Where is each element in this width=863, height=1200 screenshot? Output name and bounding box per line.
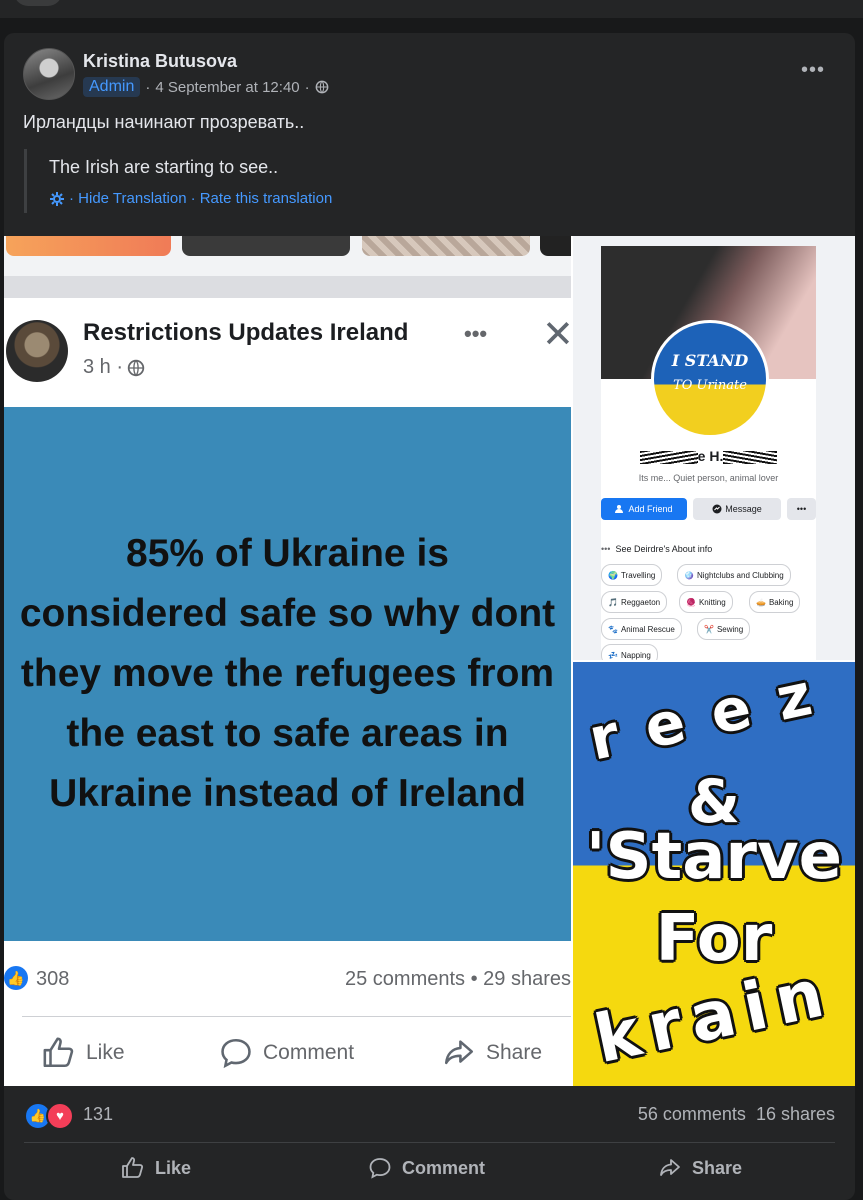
post-timestamp[interactable]: 4 September at 12:40 — [155, 79, 299, 96]
profile-bio: Its me... Quiet person, animal lover — [638, 473, 779, 483]
shared-share-action: Share — [442, 1036, 542, 1070]
add-user-icon — [615, 505, 624, 513]
shared-divider — [22, 1016, 571, 1017]
post-options-button[interactable]: ••• — [801, 59, 825, 82]
shared-post-screenshot[interactable]: Restrictions Updates Ireland 3 h · ••• ✕… — [4, 236, 571, 1086]
profile-name-visible: e H. — [697, 448, 724, 464]
add-friend-button: Add Friend — [601, 498, 687, 520]
thumbs-up-icon — [122, 1157, 144, 1178]
separator-bar — [4, 276, 571, 298]
text-image-panel: 85% of Ukraine is considered safe so why… — [4, 407, 571, 941]
close-icon: ✕ — [542, 314, 571, 356]
comments-shares: 56 comments 16 shares — [638, 1104, 835, 1125]
interest-chip: ✂️ Sewing — [697, 618, 751, 640]
shared-post-time: 3 h · — [83, 356, 145, 379]
comment-label: Comment — [402, 1157, 486, 1178]
reaction-stats: 👍 ♥ 131 56 comments 16 shares — [4, 1086, 855, 1142]
interest-chip: 🐾 Animal Rescue — [601, 618, 682, 640]
profile-screenshot[interactable]: I STAND TO Urinate e H. Its me... Quiet … — [573, 236, 855, 660]
messenger-icon — [712, 504, 722, 514]
shared-actions: Like Comment Share — [4, 1036, 571, 1076]
interest-chip: 🧶 Knitting — [679, 591, 733, 613]
shared-like-count: 308 — [36, 968, 70, 990]
shared-share-label: Share — [486, 1041, 543, 1064]
interest-chip: 🌍 Travelling — [601, 564, 663, 586]
shared-like-label: Like — [86, 1041, 125, 1064]
meme-line-1: reez — [583, 662, 845, 774]
shared-comment-action: Comment — [219, 1036, 354, 1070]
share-arrow-icon — [444, 1040, 474, 1065]
thumbs-up-icon: 👍 — [4, 966, 28, 990]
like-label: Like — [155, 1157, 192, 1178]
interest-chip: 🎵 Reggaeton — [601, 591, 668, 613]
shared-post-header — [4, 298, 571, 406]
redaction-scribble — [723, 450, 778, 464]
comment-bubble-icon — [221, 1038, 251, 1069]
translated-text: The Irish are starting to see.. — [49, 157, 279, 177]
thumbs-up-icon — [43, 1037, 74, 1068]
comment-bubble-icon — [369, 1158, 391, 1179]
shared-time-text: 3 h · — [83, 356, 124, 378]
profile-pic-text-2: TO Urinate — [673, 378, 747, 393]
image-collage[interactable]: Restrictions Updates Ireland 3 h · ••• ✕… — [4, 236, 855, 1086]
cropped-thumbnails — [4, 236, 571, 276]
post-card: Kristina Butusova Admin · 4 September at… — [4, 33, 855, 1200]
heart-icon[interactable]: ♥ — [46, 1102, 74, 1130]
previous-post-strip — [0, 0, 863, 18]
share-arrow-icon — [660, 1159, 680, 1176]
action-bar: Like Comment Share — [4, 1143, 855, 1193]
comments-count[interactable]: 56 comments — [638, 1104, 746, 1124]
interest-chip: 🪩 Nightclubs and Clubbing — [677, 564, 791, 586]
like-button[interactable]: Like — [121, 1153, 191, 1183]
author-name[interactable]: Kristina Butusova — [83, 51, 237, 72]
rate-translation-link[interactable]: · Rate this translation — [191, 190, 333, 207]
reaction-count[interactable]: 131 — [83, 1104, 113, 1125]
meme-image[interactable]: reez & 'Starve For krain — [573, 662, 855, 1086]
shared-options-icon: ••• — [464, 321, 488, 346]
comment-button[interactable]: Comment — [368, 1153, 485, 1183]
shared-like-action: Like — [42, 1036, 125, 1070]
meta-separator: · — [145, 78, 151, 96]
profile-card: I STAND TO Urinate e H. Its me... Quiet … — [601, 246, 816, 660]
translation-block: The Irish are starting to see.. · Hide T… — [24, 149, 332, 213]
redaction-scribble — [639, 450, 698, 464]
add-friend-label: Add Friend — [628, 504, 673, 514]
meta-separator-2: · — [304, 78, 310, 96]
globe-icon — [127, 359, 145, 376]
about-link: ••• See Deirdre's About info — [601, 544, 713, 554]
hide-translation-link[interactable]: · Hide Translation — [69, 190, 187, 207]
previous-avatar — [14, 0, 62, 6]
globe-icon — [315, 80, 329, 94]
share-button[interactable]: Share — [658, 1153, 742, 1183]
profile-name: e H. — [601, 448, 816, 464]
share-label: Share — [692, 1157, 743, 1178]
shared-message: 85% of Ukraine is considered safe so why… — [19, 532, 556, 815]
profile-picture: I STAND TO Urinate — [651, 320, 769, 438]
meme-line-3: 'Starve — [585, 820, 843, 894]
message-label: Message — [725, 504, 762, 514]
profile-pic-text-1: I STAND — [671, 351, 749, 370]
page-name: Restrictions Updates Ireland — [83, 319, 409, 346]
gear-icon[interactable] — [49, 191, 65, 207]
admin-badge: Admin — [83, 77, 141, 97]
page-avatar — [6, 320, 68, 382]
translation-links: · Hide Translation · Rate this translati… — [49, 190, 332, 207]
post-text: Ирландцы начинают прозревать.. — [23, 112, 305, 132]
profile-more-button: ••• — [787, 498, 816, 520]
message-button: Message — [693, 498, 781, 520]
interest-chip: 🥧 Baking — [749, 591, 801, 613]
about-link-text: See Deirdre's About info — [615, 544, 713, 554]
author-avatar[interactable] — [23, 48, 75, 100]
shared-comments-shares: 25 comments • 29 shares — [345, 968, 571, 990]
interest-chip: 💤 Napping — [601, 644, 658, 660]
shares-count[interactable]: 16 shares — [756, 1104, 835, 1124]
shared-comment-label: Comment — [263, 1041, 355, 1064]
post-meta: Admin · 4 September at 12:40 · — [83, 77, 329, 97]
